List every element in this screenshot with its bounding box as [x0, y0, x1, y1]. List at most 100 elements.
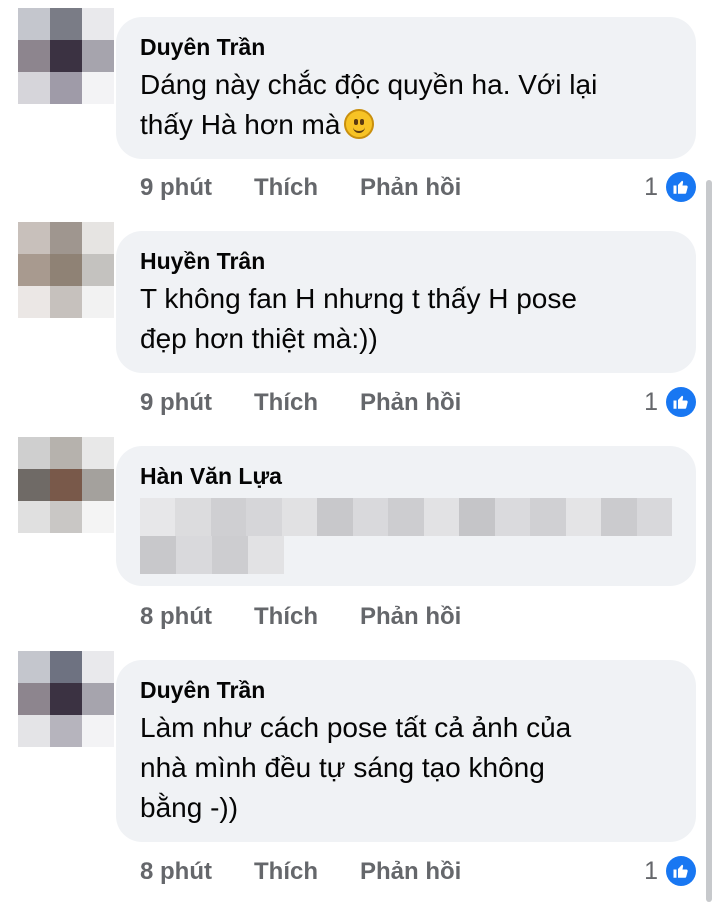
- avatar-pixel: [18, 501, 50, 533]
- avatar[interactable]: [18, 222, 114, 318]
- avatar-pixel: [50, 437, 82, 469]
- comment-timestamp[interactable]: 9 phút: [140, 389, 212, 417]
- avatar-pixel: [82, 286, 114, 318]
- blur-block: [140, 536, 176, 574]
- comment-timestamp[interactable]: 9 phút: [140, 174, 212, 202]
- avatar-pixel: [82, 254, 114, 286]
- reply-button[interactable]: Phản hồi: [360, 389, 461, 417]
- comment-actions: 8 phút Thích Phản hồi: [140, 602, 461, 632]
- avatar[interactable]: [18, 651, 114, 747]
- avatar-pixel: [50, 72, 82, 104]
- avatar-pixel: [50, 222, 82, 254]
- comment-text-segment: Làm như cách pose tất cả ảnh của: [140, 712, 572, 743]
- avatar-pixel: [50, 286, 82, 318]
- comment-author[interactable]: Hàn Văn Lựa: [140, 462, 672, 490]
- avatar-pixel: [82, 651, 114, 683]
- avatar-pixel: [82, 8, 114, 40]
- comment-text-line: bằng -)): [140, 788, 672, 828]
- like-button[interactable]: Thích: [254, 389, 318, 417]
- reply-button[interactable]: Phản hồi: [360, 174, 461, 202]
- comment-timestamp[interactable]: 8 phút: [140, 603, 212, 631]
- comment-actions: 8 phút Thích Phản hồi: [140, 857, 461, 887]
- blur-block: [494, 498, 531, 536]
- avatar-pixel: [18, 222, 50, 254]
- comment-actions: 9 phút Thích Phản hồi: [140, 388, 461, 418]
- avatar-pixel: [50, 715, 82, 747]
- comment-text-segment: thấy Hà hơn mà: [140, 109, 341, 140]
- blurred-text-line: [140, 536, 672, 574]
- avatar-pixel: [82, 72, 114, 104]
- blur-block: [565, 498, 602, 536]
- blurred-comment-text: [140, 498, 673, 574]
- comment-text-segment: Dáng này chắc độc quyền ha. Với lại: [140, 69, 598, 100]
- comment-text-line: nhà mình đều tự sáng tạo không: [140, 748, 672, 788]
- comment-text-line: Làm như cách pose tất cả ảnh của: [140, 708, 672, 748]
- avatar-pixel: [50, 469, 82, 501]
- comment-author[interactable]: Duyên Trần: [140, 33, 672, 61]
- avatar-pixel: [18, 254, 50, 286]
- blur-block: [388, 498, 424, 536]
- blur-block: [636, 498, 673, 536]
- thumbs-up-icon: [666, 172, 696, 202]
- thumbs-up-icon: [666, 387, 696, 417]
- blur-block: [140, 498, 176, 536]
- like-button[interactable]: Thích: [254, 174, 318, 202]
- avatar-pixel: [50, 651, 82, 683]
- blur-block: [352, 498, 389, 536]
- reaction-summary[interactable]: 1: [644, 387, 696, 417]
- comment-timestamp[interactable]: 8 phút: [140, 858, 212, 886]
- like-button[interactable]: Thích: [254, 858, 318, 886]
- blur-block: [175, 498, 211, 536]
- avatar-pixel: [82, 683, 114, 715]
- blur-block: [212, 536, 248, 574]
- avatar-pixel: [50, 40, 82, 72]
- comment-text-segment: nhà mình đều tự sáng tạo không: [140, 752, 545, 783]
- comment-text-line: đẹp hơn thiệt mà:)): [140, 319, 672, 359]
- reaction-count: 1: [644, 172, 658, 201]
- avatar-pixel: [18, 437, 50, 469]
- avatar-pixel: [50, 501, 82, 533]
- reaction-summary[interactable]: 1: [644, 856, 696, 886]
- avatar-pixel: [18, 469, 50, 501]
- blur-block: [248, 536, 284, 574]
- comment-bubble: Duyên Trần Dáng này chắc độc quyền ha. Vớ…: [116, 17, 696, 159]
- thumbs-up-icon: [666, 856, 696, 886]
- blur-block: [281, 498, 318, 536]
- avatar-pixel: [50, 8, 82, 40]
- blurred-text-line: [140, 498, 673, 536]
- avatar-pixel: [82, 222, 114, 254]
- avatar-pixel: [18, 683, 50, 715]
- avatar-pixel: [18, 715, 50, 747]
- comment-text-segment: đẹp hơn thiệt mà:)): [140, 323, 378, 354]
- like-button[interactable]: Thích: [254, 603, 318, 631]
- blur-block: [317, 498, 353, 536]
- avatar-pixel: [50, 254, 82, 286]
- comment-text-line: thấy Hà hơn mà: [140, 105, 672, 145]
- comment-actions: 9 phút Thích Phản hồi: [140, 173, 461, 203]
- comment-text-segment: T không fan H nhưng t thấy H pose: [140, 283, 577, 314]
- comment-text-line: Dáng này chắc độc quyền ha. Với lại: [140, 65, 672, 105]
- scrollbar[interactable]: [706, 180, 712, 902]
- reaction-summary[interactable]: 1: [644, 172, 696, 202]
- blur-block: [530, 498, 566, 536]
- avatar[interactable]: [18, 8, 114, 104]
- comment-text: Làm như cách pose tất cả ảnh của nhà mình…: [140, 708, 672, 828]
- reply-button[interactable]: Phản hồi: [360, 858, 461, 886]
- comment-text-segment: bằng -)): [140, 792, 239, 823]
- avatar-pixel: [82, 437, 114, 469]
- comment-text-line: T không fan H nhưng t thấy H pose: [140, 279, 672, 319]
- reply-button[interactable]: Phản hồi: [360, 603, 461, 631]
- blur-block: [601, 498, 637, 536]
- blur-block: [423, 498, 460, 536]
- avatar-pixel: [18, 286, 50, 318]
- comment-author[interactable]: Huyền Trân: [140, 247, 672, 275]
- reaction-count: 1: [644, 387, 658, 416]
- comment-bubble: Duyên Trần Làm như cách pose tất cả ảnh c…: [116, 660, 696, 842]
- avatar-pixel: [18, 651, 50, 683]
- avatar-pixel: [82, 469, 114, 501]
- blur-block: [246, 498, 282, 536]
- avatar[interactable]: [18, 437, 114, 533]
- avatar-pixel: [82, 501, 114, 533]
- comment-author[interactable]: Duyên Trần: [140, 676, 672, 704]
- avatar-pixel: [82, 40, 114, 72]
